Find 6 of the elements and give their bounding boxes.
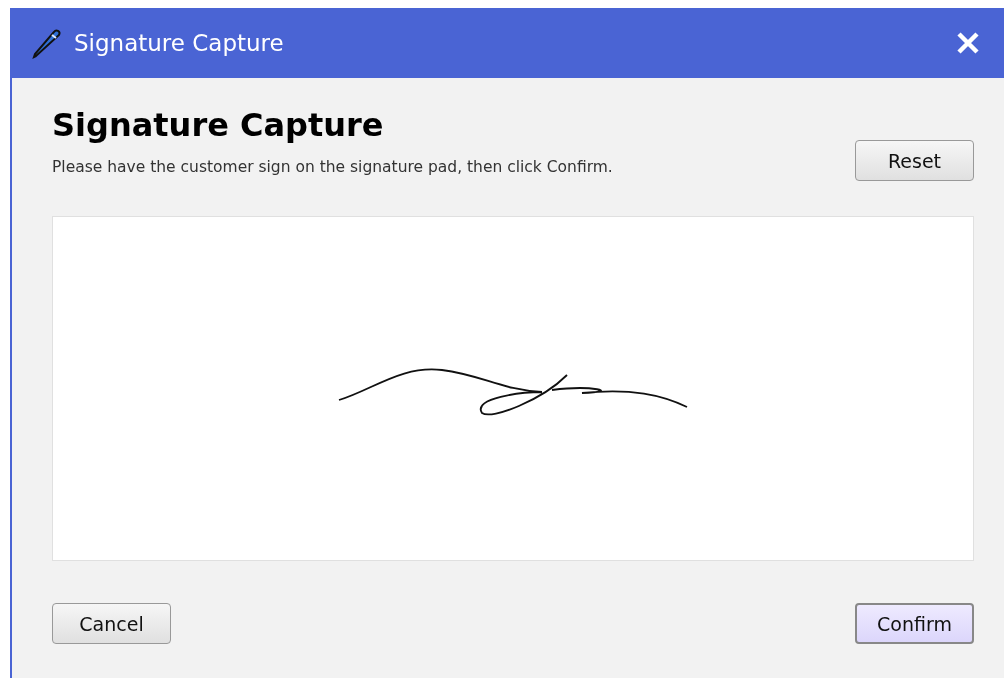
cancel-button[interactable]: Cancel <box>52 603 171 644</box>
dialog-heading: Signature Capture <box>52 106 385 144</box>
instructions-text: Please have the customer sign on the signature pad, then click Confirm. <box>52 158 613 176</box>
reset-button[interactable]: Reset <box>855 140 974 181</box>
window-title: Signature Capture <box>74 30 285 56</box>
confirm-button[interactable]: Confirm <box>855 603 974 644</box>
